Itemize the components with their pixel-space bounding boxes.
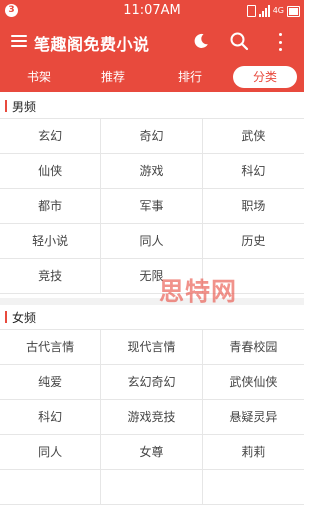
tab-ranking[interactable]: 排行 xyxy=(165,66,215,88)
category-row: 同人 女尊 莉莉 xyxy=(0,435,304,470)
battery-icon xyxy=(287,5,300,17)
menu-icon[interactable] xyxy=(11,35,27,47)
category-item[interactable]: 游戏 xyxy=(101,154,203,188)
category-item-empty xyxy=(101,470,203,504)
status-bar: 3 11:07AM 4G xyxy=(0,0,304,22)
category-item[interactable]: 现代言情 xyxy=(101,330,203,364)
category-item[interactable]: 武侠 xyxy=(203,119,304,153)
category-item[interactable]: 武侠仙侠 xyxy=(203,365,304,399)
section-accent-bar xyxy=(5,100,7,112)
category-item[interactable]: 奇幻 xyxy=(101,119,203,153)
tab-categories[interactable]: 分类 xyxy=(233,66,297,88)
tab-recommend[interactable]: 推荐 xyxy=(88,66,138,88)
male-section-header: 男频 xyxy=(0,94,304,118)
category-item[interactable]: 科幻 xyxy=(0,400,102,434)
tab-bookshelf[interactable]: 书架 xyxy=(14,66,64,88)
section-title: 女频 xyxy=(12,311,37,325)
category-row: 科幻 游戏竞技 悬疑灵异 xyxy=(0,400,304,435)
category-item[interactable]: 同人 xyxy=(0,435,102,469)
more-vertical-icon[interactable] xyxy=(277,33,283,51)
female-category-grid: 古代言情 现代言情 青春校园 纯爱 玄幻奇幻 武侠仙侠 科幻 游戏竞技 悬疑灵异… xyxy=(0,329,304,505)
signal-icon xyxy=(258,5,270,17)
section-title: 男频 xyxy=(12,100,37,114)
female-section-header: 女频 xyxy=(0,305,304,329)
category-row: 玄幻 奇幻 武侠 xyxy=(0,119,304,154)
category-item-empty xyxy=(0,470,102,504)
category-item[interactable]: 轻小说 xyxy=(0,224,102,258)
search-icon[interactable] xyxy=(229,31,249,51)
category-item[interactable]: 游戏竞技 xyxy=(101,400,203,434)
category-item[interactable]: 竞技 xyxy=(0,259,102,293)
app-bar: 笔趣阁免费小说 xyxy=(0,22,304,60)
category-item[interactable]: 青春校园 xyxy=(203,330,304,364)
category-item[interactable]: 仙侠 xyxy=(0,154,102,188)
tab-bar: 书架 推荐 排行 分类 xyxy=(0,60,304,92)
category-row: 轻小说 同人 历史 xyxy=(0,224,304,259)
category-item[interactable]: 同人 xyxy=(101,224,203,258)
moon-icon[interactable] xyxy=(192,32,210,50)
category-item[interactable]: 玄幻奇幻 xyxy=(101,365,203,399)
category-row: 古代言情 现代言情 青春校园 xyxy=(0,330,304,365)
network-type: 4G xyxy=(272,6,284,15)
system-icons: 4G xyxy=(246,5,300,17)
category-item[interactable]: 莉莉 xyxy=(203,435,304,469)
category-row: 都市 军事 职场 xyxy=(0,189,304,224)
section-accent-bar xyxy=(5,311,7,323)
category-row: 仙侠 游戏 科幻 xyxy=(0,154,304,189)
category-item[interactable]: 职场 xyxy=(203,189,304,223)
sim-icon xyxy=(246,5,256,17)
category-item[interactable]: 悬疑灵异 xyxy=(203,400,304,434)
category-item[interactable]: 纯爱 xyxy=(0,365,102,399)
category-row: 竞技 无限 xyxy=(0,259,304,294)
category-item-empty xyxy=(203,470,304,504)
category-item[interactable]: 玄幻 xyxy=(0,119,102,153)
category-row: 纯爱 玄幻奇幻 武侠仙侠 xyxy=(0,365,304,400)
category-item[interactable]: 历史 xyxy=(203,224,304,258)
category-item[interactable]: 女尊 xyxy=(101,435,203,469)
category-item[interactable]: 古代言情 xyxy=(0,330,102,364)
category-row xyxy=(0,470,304,505)
category-item[interactable]: 科幻 xyxy=(203,154,304,188)
section-divider xyxy=(0,298,304,305)
watermark: 思特网 xyxy=(159,277,238,306)
category-item[interactable]: 都市 xyxy=(0,189,102,223)
male-category-grid: 玄幻 奇幻 武侠 仙侠 游戏 科幻 都市 军事 职场 轻小说 同人 历史 竞技 … xyxy=(0,118,304,294)
category-item[interactable]: 军事 xyxy=(101,189,203,223)
app-title: 笔趣阁免费小说 xyxy=(34,35,150,54)
